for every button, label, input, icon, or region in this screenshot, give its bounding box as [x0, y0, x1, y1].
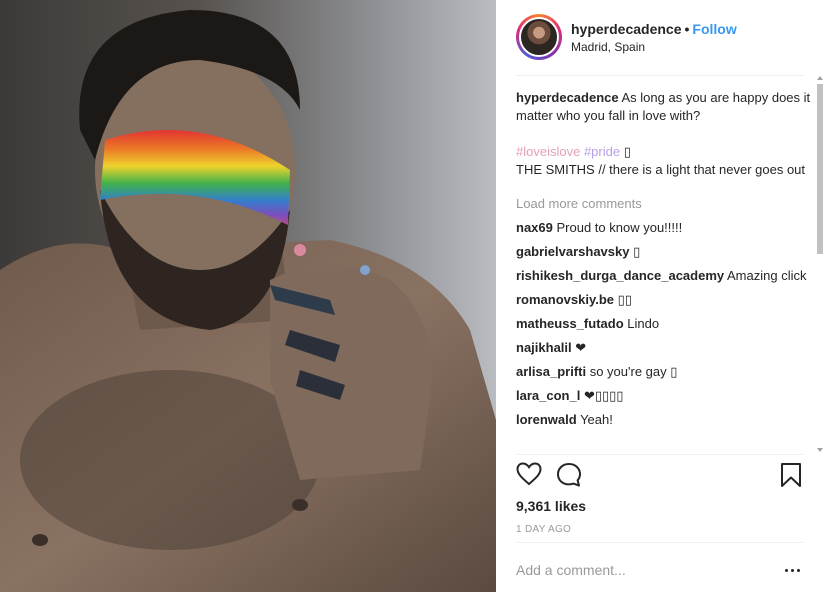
post-timestamp[interactable]: 1 DAY AGO: [516, 524, 571, 535]
comment-username[interactable]: arlisa_prifti: [516, 364, 586, 379]
comment-item: lara_con_l ❤▯▯▯▯: [516, 387, 811, 405]
comment-item: nax69 Proud to know you!!!!!: [516, 219, 811, 237]
post-photo[interactable]: [0, 0, 496, 592]
avatar[interactable]: [519, 17, 559, 57]
caption-emoji: ▯: [623, 144, 631, 159]
comment-text: Yeah!: [580, 412, 613, 427]
post-sidebar: hyperdecadence • Follow Madrid, Spain hype…: [496, 0, 824, 592]
comment-item: rishikesh_durga_dance_academy Amazing cl…: [516, 267, 811, 285]
header-location[interactable]: Madrid, Spain: [571, 39, 737, 55]
comment-item: arlisa_prifti so you're gay ▯: [516, 363, 811, 381]
post-header: hyperdecadence • Follow Madrid, Spain: [516, 13, 804, 61]
comment-username[interactable]: gabrielvarshavsky: [516, 244, 629, 259]
scroll-down-arrow-icon[interactable]: [817, 448, 823, 452]
header-line: hyperdecadence • Follow: [571, 20, 737, 38]
instagram-post: hyperdecadence • Follow Madrid, Spain hype…: [0, 0, 824, 592]
comment-username[interactable]: najikhalil: [516, 340, 572, 355]
caption-line2: THE SMITHS // there is a light that neve…: [516, 162, 806, 177]
follow-button[interactable]: Follow: [692, 21, 736, 37]
more-options-icon[interactable]: [784, 562, 802, 578]
scroll-thumb[interactable]: [817, 84, 823, 254]
comment-item: lorenwald Yeah!: [516, 411, 811, 429]
comment-icon[interactable]: [556, 462, 582, 488]
comment-username[interactable]: lorenwald: [516, 412, 577, 427]
comment-item: matheuss_futado Lindo: [516, 315, 811, 333]
comment-username[interactable]: romanovskiy.be: [516, 292, 614, 307]
caption-hashtags: #loveislove #pride ▯: [516, 143, 811, 161]
comment-item: gabrielvarshavsky ▯: [516, 243, 811, 261]
comment-username[interactable]: lara_con_l: [516, 388, 580, 403]
bookmark-icon[interactable]: [780, 462, 802, 488]
comment-item: najikhalil ❤: [516, 339, 811, 357]
avatar-ring[interactable]: [516, 14, 562, 60]
comment-item: romanovskiy.be ▯▯: [516, 291, 811, 309]
likes-count[interactable]: 9,361 likes: [516, 498, 586, 514]
post-photo-illustration: [0, 10, 496, 592]
comment-text: Lindo: [627, 316, 660, 331]
heart-icon[interactable]: [516, 462, 542, 486]
header-username[interactable]: hyperdecadence: [571, 21, 682, 37]
comment-text: Amazing click: [727, 268, 807, 283]
comment-username[interactable]: nax69: [516, 220, 553, 235]
post-actions: [516, 462, 811, 492]
scroll-up-arrow-icon[interactable]: [817, 76, 823, 80]
header-separator: •: [684, 20, 690, 37]
comment-username[interactable]: matheuss_futado: [516, 316, 624, 331]
comment-text: ▯▯: [617, 292, 632, 307]
comment-username[interactable]: rishikesh_durga_dance_academy: [516, 268, 724, 283]
caption: hyperdecadence As long as you are happy …: [516, 76, 811, 179]
add-comment-input[interactable]: Add a comment...: [516, 562, 626, 578]
actions-divider: [516, 454, 804, 455]
comment-text: ❤: [575, 340, 587, 355]
comment-text: ❤▯▯▯▯: [583, 388, 624, 403]
comments-scrollbar[interactable]: [816, 76, 824, 452]
comment-text: so you're gay ▯: [589, 364, 678, 379]
load-more-comments-button[interactable]: Load more comments: [516, 195, 811, 213]
comments-list[interactable]: hyperdecadence As long as you are happy …: [516, 76, 811, 452]
comment-box-divider: [516, 542, 804, 543]
hashtag-loveislove[interactable]: #loveislove: [516, 144, 580, 159]
comment-text: Proud to know you!!!!!: [556, 220, 683, 235]
caption-username[interactable]: hyperdecadence: [516, 90, 619, 105]
comment-text: ▯: [633, 244, 641, 259]
hashtag-pride[interactable]: #pride: [584, 144, 620, 159]
header-text: hyperdecadence • Follow Madrid, Spain: [571, 20, 737, 55]
